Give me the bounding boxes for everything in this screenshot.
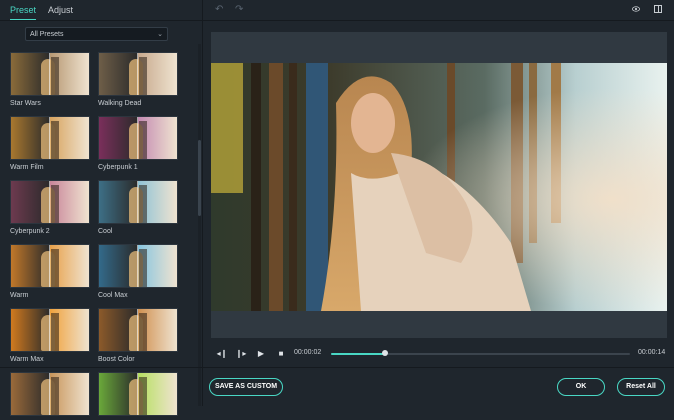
preset-thumbnail: [10, 372, 90, 416]
tab-adjust[interactable]: Adjust: [48, 4, 73, 20]
preset-label: Warm Max: [10, 356, 44, 363]
preset-thumbnail: [10, 308, 90, 352]
preset-item[interactable]: Warm: [10, 244, 90, 299]
play-icon[interactable]: ▶: [254, 346, 268, 362]
thumbnail-split-line: [137, 373, 138, 415]
preset-item[interactable]: Walking Dead: [98, 52, 178, 107]
preset-thumbnail: [98, 372, 178, 416]
thumbnail-shadow: [51, 185, 59, 223]
preset-item[interactable]: Boost Color: [98, 308, 178, 363]
thumbnail-split-line: [137, 245, 138, 287]
progress-slider[interactable]: [331, 350, 630, 356]
preset-thumbnail: [98, 244, 178, 288]
stop-icon[interactable]: ■: [274, 346, 288, 362]
preset-thumbnail: [10, 52, 90, 96]
split-compare-icon[interactable]: [654, 5, 662, 13]
video-frame: [211, 63, 667, 311]
undo-icon[interactable]: ↶: [215, 4, 223, 15]
scrollbar-track[interactable]: [198, 44, 201, 406]
thumbnail-shadow: [139, 57, 147, 95]
thumbnail-shadow: [51, 377, 59, 415]
preset-label: Cool: [98, 228, 113, 235]
video-still-image: [211, 63, 667, 311]
thumbnail-split-line: [49, 117, 50, 159]
preset-item[interactable]: Cyberpunk 1: [98, 116, 178, 171]
thumbnail-split-line: [137, 117, 138, 159]
preset-label: Star Wars: [10, 100, 41, 107]
tab-preset[interactable]: Preset: [10, 4, 37, 20]
thumbnail-split-line: [49, 181, 50, 223]
scrollbar-thumb[interactable]: [198, 140, 201, 216]
thumbnail-shadow: [139, 121, 147, 159]
preset-item[interactable]: Warm Max: [10, 308, 90, 363]
thumbnail-shadow: [51, 249, 59, 287]
current-time: 00:00:02: [294, 349, 322, 356]
previous-frame-icon[interactable]: ◂❙: [215, 346, 229, 362]
preset-label: Cyberpunk 2: [10, 228, 50, 235]
thumbnail-split-line: [137, 309, 138, 351]
reset-all-button[interactable]: Reset All: [617, 378, 665, 396]
preset-thumbnail: [10, 180, 90, 224]
thumbnail-split-line: [49, 373, 50, 415]
preset-thumbnail: [98, 116, 178, 160]
chevron-down-icon: ⌄: [157, 31, 163, 38]
preset-label: Cool Max: [98, 292, 128, 299]
preset-item[interactable]: Star Wars: [10, 52, 90, 107]
ok-button[interactable]: OK: [557, 378, 605, 396]
thumbnail-shadow: [51, 57, 59, 95]
preset-item[interactable]: Cyberpunk 2: [10, 180, 90, 235]
preview-panel: ↶ ↷ ◂❙ ❙▸ ▶ ■ 00:00:02 00:00:14: [203, 0, 674, 406]
thumbnail-shadow: [51, 313, 59, 351]
total-time: 00:00:14: [638, 349, 666, 356]
footer-divider: [0, 367, 674, 368]
preset-label: Warm: [10, 292, 29, 299]
preset-item[interactable]: [98, 372, 178, 420]
preset-item[interactable]: Warm Film: [10, 116, 90, 171]
progress-handle[interactable]: [381, 350, 388, 356]
preset-thumbnail: [10, 116, 90, 160]
panel-tabs: Preset Adjust: [10, 4, 73, 20]
preset-panel: Preset Adjust All Presets ⌄ Star Wars Wal…: [0, 0, 203, 416]
preset-filter-dropdown[interactable]: All Presets ⌄: [25, 27, 168, 41]
save-as-custom-button[interactable]: SAVE AS CUSTOM: [209, 378, 283, 396]
progress-fill: [331, 353, 385, 355]
redo-icon[interactable]: ↷: [235, 4, 243, 15]
thumbnail-shadow: [139, 249, 147, 287]
thumbnail-shadow: [51, 121, 59, 159]
thumbnail-shadow: [139, 185, 147, 223]
preset-thumbnail: [10, 244, 90, 288]
preset-thumbnail: [98, 52, 178, 96]
preset-label: Cyberpunk 1: [98, 164, 138, 171]
thumbnail-split-line: [137, 181, 138, 223]
playback-controls: ◂❙ ❙▸ ▶ ■ 00:00:02 00:00:14: [203, 346, 674, 362]
preset-thumbnail: [98, 180, 178, 224]
thumbnail-shadow: [139, 313, 147, 351]
preset-item[interactable]: Cool: [98, 180, 178, 235]
preset-label: Walking Dead: [98, 100, 142, 107]
thumbnail-split-line: [49, 245, 50, 287]
thumbnail-split-line: [137, 53, 138, 95]
toolbar-divider: [203, 20, 674, 21]
preset-thumbnail: [98, 308, 178, 352]
thumbnail-split-line: [49, 309, 50, 351]
preset-filter-value: All Presets: [30, 31, 64, 38]
preset-label: Boost Color: [98, 356, 135, 363]
preset-label: Warm Film: [10, 164, 44, 171]
next-frame-icon[interactable]: ❙▸: [234, 346, 248, 362]
preset-item[interactable]: Cool Max: [98, 244, 178, 299]
video-preview[interactable]: [211, 32, 667, 338]
thumbnail-shadow: [139, 377, 147, 415]
thumbnail-split-line: [49, 53, 50, 95]
eye-icon[interactable]: [632, 5, 640, 13]
preset-item[interactable]: [10, 372, 90, 420]
tabs-divider: [0, 20, 202, 21]
